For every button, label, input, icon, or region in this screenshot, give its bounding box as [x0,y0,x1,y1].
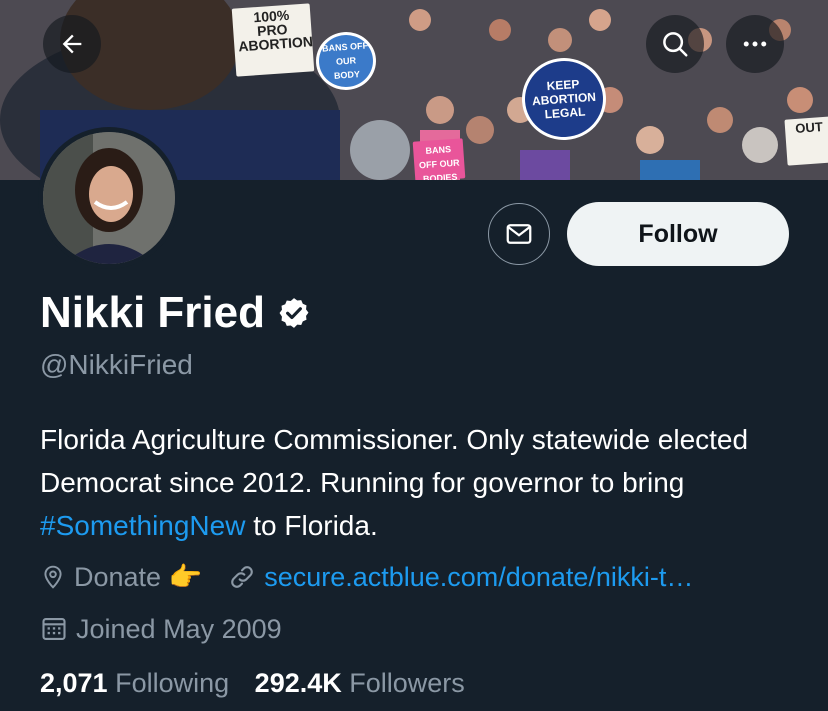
mail-icon [506,224,532,244]
protest-sign: OUT [784,116,828,166]
verified-badge-icon [279,298,309,328]
profile-bio: Florida Agriculture Commissioner. Only s… [40,418,800,547]
follow-button[interactable]: Follow [567,202,789,266]
profile-meta-row: Donate 👉 secure.actblue.com/donate/nikki… [40,558,693,596]
calendar-icon [40,615,68,643]
profile-name: Nikki Fried [40,288,265,337]
bio-text-end: to Florida. [245,510,378,541]
followers-label: Followers [349,668,465,698]
bio-text: Florida Agriculture Commissioner. Only s… [40,424,749,498]
profile-avatar[interactable] [38,127,180,269]
protest-sign: BANS OFF OUR BODIES [412,138,466,180]
profile-stats: 2,071 Following 292.4K Followers [40,668,465,699]
protest-sign: 100% PRO ABORTION [231,3,315,77]
following-label: Following [115,668,230,698]
profile-joined-date: Joined May 2009 [76,613,282,644]
search-button[interactable] [646,15,704,73]
search-icon [663,32,688,57]
back-button[interactable] [43,15,101,73]
profile-handle: @NikkiFried [40,349,193,380]
arrow-left-icon [62,34,82,54]
profile-location: Donate 👉 [74,562,203,592]
message-button[interactable] [488,203,550,265]
followers-link[interactable]: 292.4K Followers [255,668,465,698]
followers-count: 292.4K [254,668,342,698]
profile-joined-row: Joined May 2009 [40,610,282,648]
more-horizontal-icon [743,41,767,47]
avatar-image [43,132,175,264]
bio-hashtag-link[interactable]: #SomethingNew [40,510,245,541]
more-options-button[interactable] [726,15,784,73]
following-link[interactable]: 2,071 Following [40,668,229,698]
following-count: 2,071 [40,668,108,698]
profile-website-link[interactable]: secure.actblue.com/donate/nikki-t… [264,562,693,593]
link-icon [228,563,256,591]
profile-name-row: Nikki Fried [40,288,311,338]
location-pin-icon [40,564,66,590]
